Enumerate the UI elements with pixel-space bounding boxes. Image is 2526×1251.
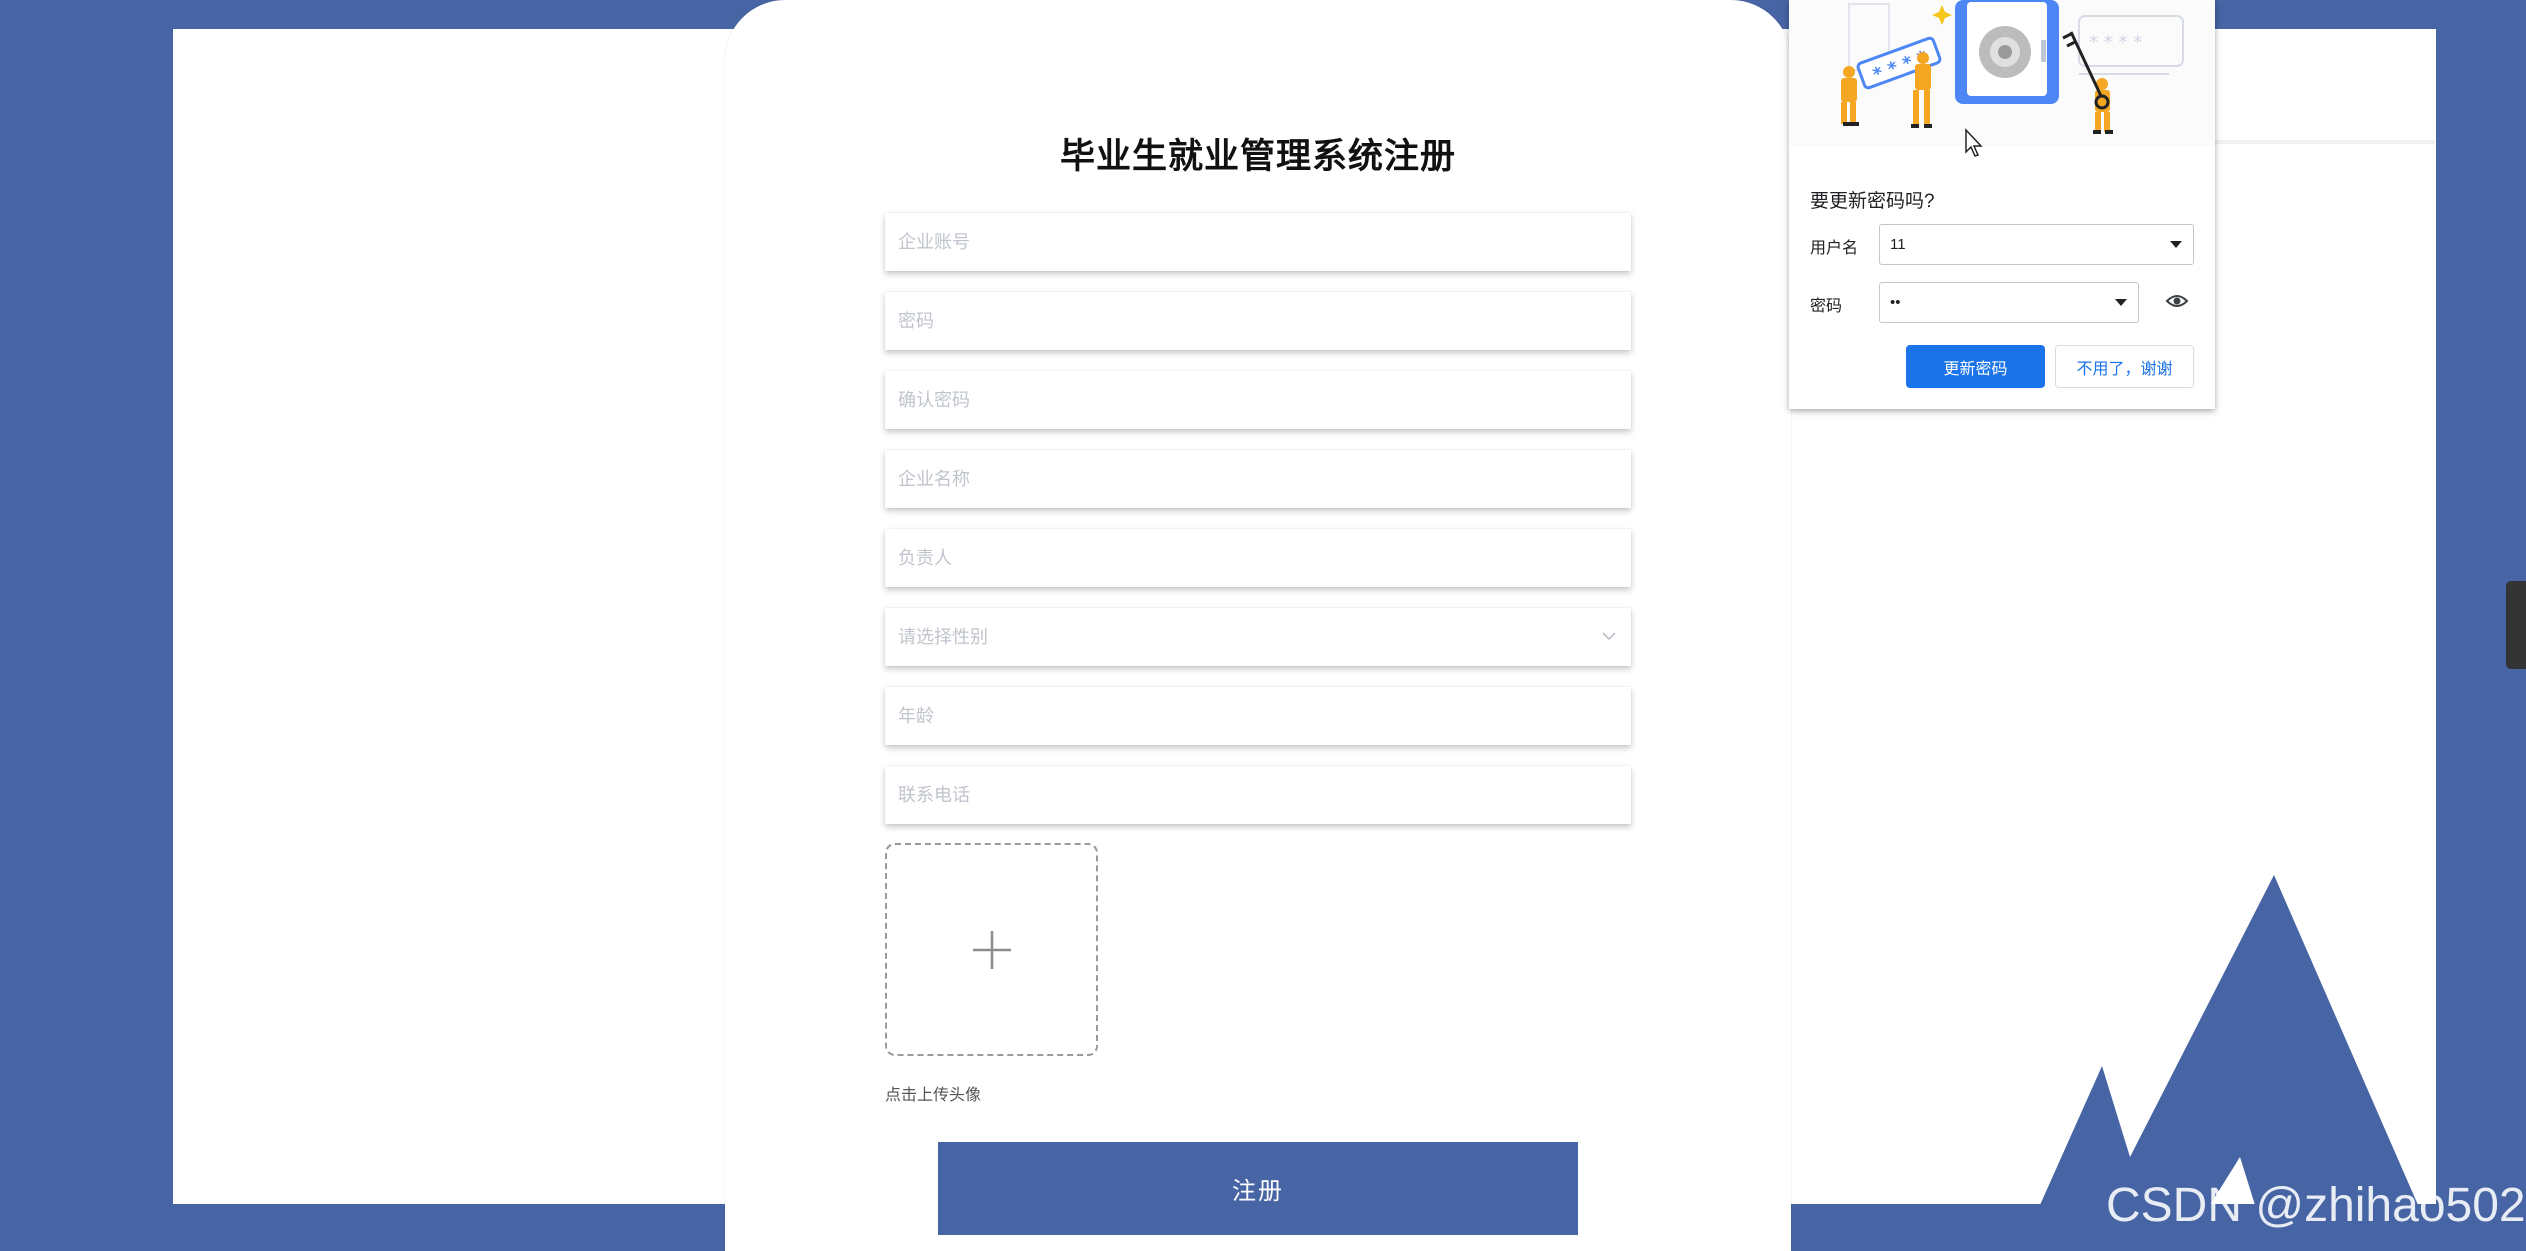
update-password-button[interactable]: 更新密码	[1906, 345, 2045, 388]
phone-field[interactable]	[885, 766, 1631, 824]
dropdown-caret-icon	[2170, 241, 2182, 248]
password-field[interactable]	[885, 292, 1631, 350]
watermark: CSDN @zhihao502	[2106, 1179, 2526, 1232]
password-label: 密码	[1810, 298, 1843, 315]
username-value: 11	[1890, 236, 1906, 253]
confirm-password-field[interactable]	[885, 371, 1631, 429]
contact-person-input[interactable]	[885, 529, 1631, 587]
side-collapse-tab[interactable]	[2506, 581, 2526, 669]
phone-input[interactable]	[885, 766, 1631, 824]
mountain-decoration	[2040, 875, 2418, 1205]
dropdown-caret-icon	[2115, 299, 2127, 306]
confirm-password-input[interactable]	[885, 371, 1631, 429]
popup-question: 要更新密码吗?	[1810, 191, 1935, 212]
password-input[interactable]	[885, 292, 1631, 350]
update-password-popup: * * * * * * * * 要更新密码吗? 用户名 11 密码 •• 更新密…	[1789, 0, 2215, 409]
page-title: 毕业生就业管理系统注册	[1059, 137, 1456, 176]
chevron-down-icon	[1602, 632, 1616, 641]
mouse-cursor-icon	[1965, 128, 1983, 157]
company-name-field[interactable]	[885, 450, 1631, 508]
register-button[interactable]: 注册	[938, 1142, 1578, 1235]
upload-hint: 点击上传头像	[885, 1087, 982, 1104]
eye-icon[interactable]	[2165, 292, 2189, 310]
svg-text:* * * *: * * * *	[2089, 32, 2142, 53]
gender-select-placeholder: 请选择性别	[898, 627, 988, 647]
account-input[interactable]	[885, 213, 1631, 271]
plus-icon	[973, 931, 1011, 969]
age-input[interactable]	[885, 687, 1631, 745]
age-field[interactable]	[885, 687, 1631, 745]
password-value: ••	[1890, 294, 1901, 311]
password-select[interactable]: ••	[1879, 282, 2139, 323]
username-select[interactable]: 11	[1879, 224, 2194, 265]
account-field[interactable]	[885, 213, 1631, 271]
gender-select[interactable]: 请选择性别	[885, 608, 1631, 666]
username-label: 用户名	[1810, 240, 1859, 257]
register-card: 毕业生就业管理系统注册 请选择性别 点击上传头像 注册	[725, 0, 1791, 1251]
password-safe-illustration: * * * * * * * *	[1789, 0, 2215, 146]
no-thanks-button[interactable]: 不用了，谢谢	[2055, 345, 2194, 388]
company-name-input[interactable]	[885, 450, 1631, 508]
contact-person-field[interactable]	[885, 529, 1631, 587]
avatar-uploader[interactable]	[885, 843, 1098, 1056]
